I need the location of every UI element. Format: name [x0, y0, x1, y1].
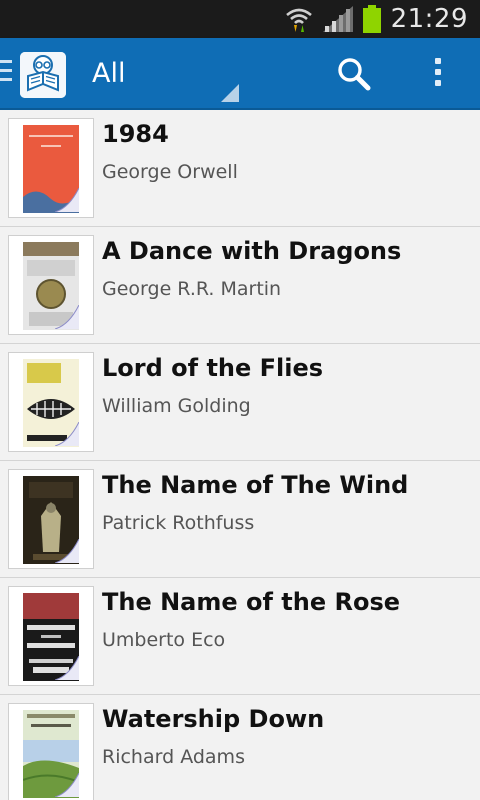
spinner-arrow-icon[interactable]	[221, 84, 239, 102]
wifi-icon	[285, 5, 313, 33]
book-row[interactable]: The Name of The Wind Patrick Rothfuss	[0, 461, 480, 578]
book-title: The Name of The Wind	[102, 471, 409, 499]
book-thumbnail	[8, 118, 94, 218]
drawer-icon[interactable]	[0, 60, 14, 88]
book-thumbnail	[8, 703, 94, 800]
battery-icon	[362, 5, 381, 33]
page-curl-icon	[54, 187, 80, 213]
signal-icon	[322, 6, 353, 32]
book-author: William Golding	[102, 395, 251, 417]
book-author: Umberto Eco	[102, 629, 226, 651]
book-list: 1984 George Orwell A Dance with Dragons …	[0, 110, 480, 800]
app-logo-icon[interactable]	[20, 52, 66, 98]
book-author: George R.R. Martin	[102, 278, 282, 300]
book-title: The Name of the Rose	[102, 588, 401, 616]
book-author: Patrick Rothfuss	[102, 512, 255, 534]
overflow-menu-icon[interactable]	[431, 58, 445, 92]
filter-spinner-label[interactable]: All	[92, 58, 125, 89]
book-title: Watership Down	[102, 705, 325, 733]
page-curl-icon	[54, 304, 80, 330]
book-title: 1984	[102, 120, 169, 148]
book-title: A Dance with Dragons	[102, 237, 402, 265]
status-bar: 21:29	[0, 0, 480, 38]
book-thumbnail	[8, 469, 94, 569]
book-row[interactable]: The Name of the Rose Umberto Eco	[0, 578, 480, 695]
book-thumbnail	[8, 235, 94, 335]
book-row[interactable]: Lord of the Flies William Golding	[0, 344, 480, 461]
book-row[interactable]: 1984 George Orwell	[0, 110, 480, 227]
book-row[interactable]: Watership Down Richard Adams	[0, 695, 480, 800]
book-thumbnail	[8, 352, 94, 452]
book-author: George Orwell	[102, 161, 238, 183]
action-bar: All	[0, 38, 480, 110]
search-icon[interactable]	[336, 56, 372, 92]
book-title: Lord of the Flies	[102, 354, 324, 382]
status-time: 21:29	[390, 4, 468, 34]
book-author: Richard Adams	[102, 746, 245, 768]
page-curl-icon	[54, 772, 80, 798]
book-thumbnail	[8, 586, 94, 686]
page-curl-icon	[54, 538, 80, 564]
book-row[interactable]: A Dance with Dragons George R.R. Martin	[0, 227, 480, 344]
page-curl-icon	[54, 421, 80, 447]
page-curl-icon	[54, 655, 80, 681]
